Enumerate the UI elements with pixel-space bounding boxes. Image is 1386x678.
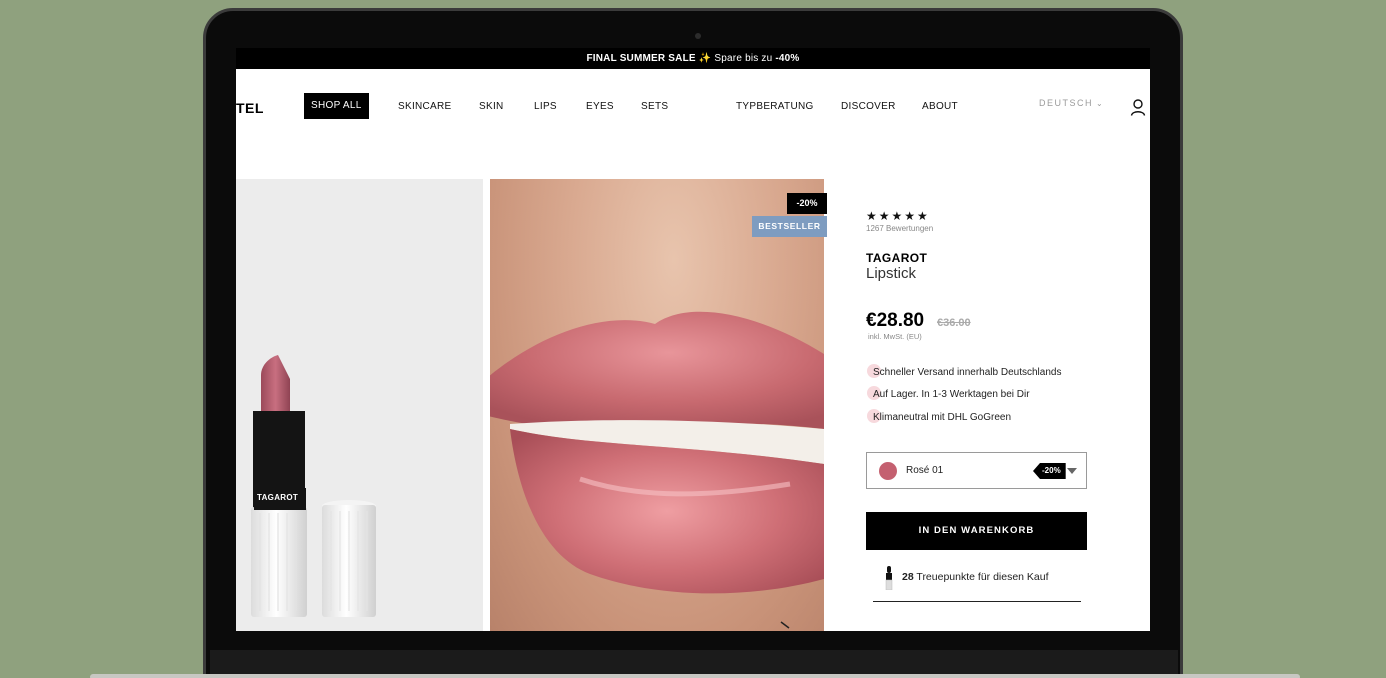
shade-discount-tag: -20% <box>1033 463 1066 479</box>
browser-screen: FINAL SUMMER SALE ✨ Spare bis zu -40% TE… <box>236 48 1150 631</box>
feature-climate: Klimaneutral mit DHL GoGreen <box>867 409 1012 423</box>
shade-name: Rosé 01 <box>906 465 944 476</box>
product-price: €28.80 <box>866 310 925 331</box>
product-image-lipstick[interactable]: TAGAROT <box>236 179 483 631</box>
user-account-icon[interactable] <box>1130 99 1146 116</box>
feature-stock: Auf Lager. In 1-3 Werktagen bei Dir <box>867 386 1030 400</box>
add-to-cart-button[interactable]: IN DEN WARENKORB <box>866 512 1087 550</box>
product-name: Lipstick <box>866 265 917 282</box>
lips-illustration <box>490 311 824 594</box>
discount-badge: -20% <box>787 193 827 214</box>
product-image-lips[interactable] <box>490 179 824 631</box>
points-text: Treuepunkte für diesen Kauf <box>913 571 1049 583</box>
feature-shipping: Schneller Versand innerhalb Deutschlands <box>867 364 1062 378</box>
lipstick-brand-label: TAGAROT <box>257 493 299 502</box>
chevron-down-icon: ⌄ <box>1096 99 1105 108</box>
promo-title: FINAL SUMMER SALE <box>586 53 696 64</box>
promo-text: Spare bis zu <box>711 53 776 64</box>
sparkle-icon: ✨ <box>698 53 712 64</box>
nav-eyes[interactable]: EYES <box>586 101 614 112</box>
rating-stars[interactable]: ★★★★★ <box>866 209 930 223</box>
feature-text: Klimaneutral mit DHL GoGreen <box>873 412 1012 423</box>
nav-shop-all[interactable]: SHOP ALL <box>304 93 369 119</box>
caret-down-icon <box>1067 468 1077 474</box>
lipstick-mini-icon <box>885 566 893 590</box>
promo-banner[interactable]: FINAL SUMMER SALE ✨ Spare bis zu -40% <box>236 48 1150 69</box>
bestseller-badge: BESTSELLER <box>752 216 827 237</box>
language-label: DEUTSCH <box>1039 98 1094 108</box>
promo-discount: -40% <box>775 53 800 64</box>
nav-about[interactable]: ABOUT <box>922 101 958 112</box>
brand-logo[interactable]: TEL <box>236 100 264 116</box>
feature-text: Auf Lager. In 1-3 Werktagen bei Dir <box>873 389 1030 400</box>
nav-sets[interactable]: SETS <box>641 101 668 112</box>
product-brand: TAGAROT <box>866 251 928 265</box>
nav-skincare[interactable]: SKINCARE <box>398 101 452 112</box>
shade-selector[interactable]: Rosé 01 -20% <box>866 452 1087 489</box>
lipstick-illustration <box>251 355 376 617</box>
nav-lips[interactable]: LIPS <box>534 101 557 112</box>
points-value: 28 <box>902 571 914 583</box>
feature-text: Schneller Versand innerhalb Deutschlands <box>873 367 1062 378</box>
camera-dot <box>695 33 701 39</box>
shade-swatch <box>879 462 897 480</box>
nav-typberatung[interactable]: TYPBERATUNG <box>736 101 814 112</box>
laptop-base <box>90 674 1300 678</box>
nav-discover[interactable]: DISCOVER <box>841 101 896 112</box>
review-count[interactable]: 1267 Bewertungen <box>866 224 933 233</box>
product-price-old: €36.00 <box>937 317 971 329</box>
language-selector[interactable]: DEUTSCH ⌄ <box>1039 98 1104 108</box>
chevron-right-icon[interactable] <box>777 620 793 631</box>
divider <box>873 601 1081 602</box>
vat-note: inkl. MwSt. (EU) <box>868 332 922 341</box>
nav-skin[interactable]: SKIN <box>479 101 504 112</box>
loyalty-points: 28 Treuepunkte für diesen Kauf <box>902 571 1049 583</box>
